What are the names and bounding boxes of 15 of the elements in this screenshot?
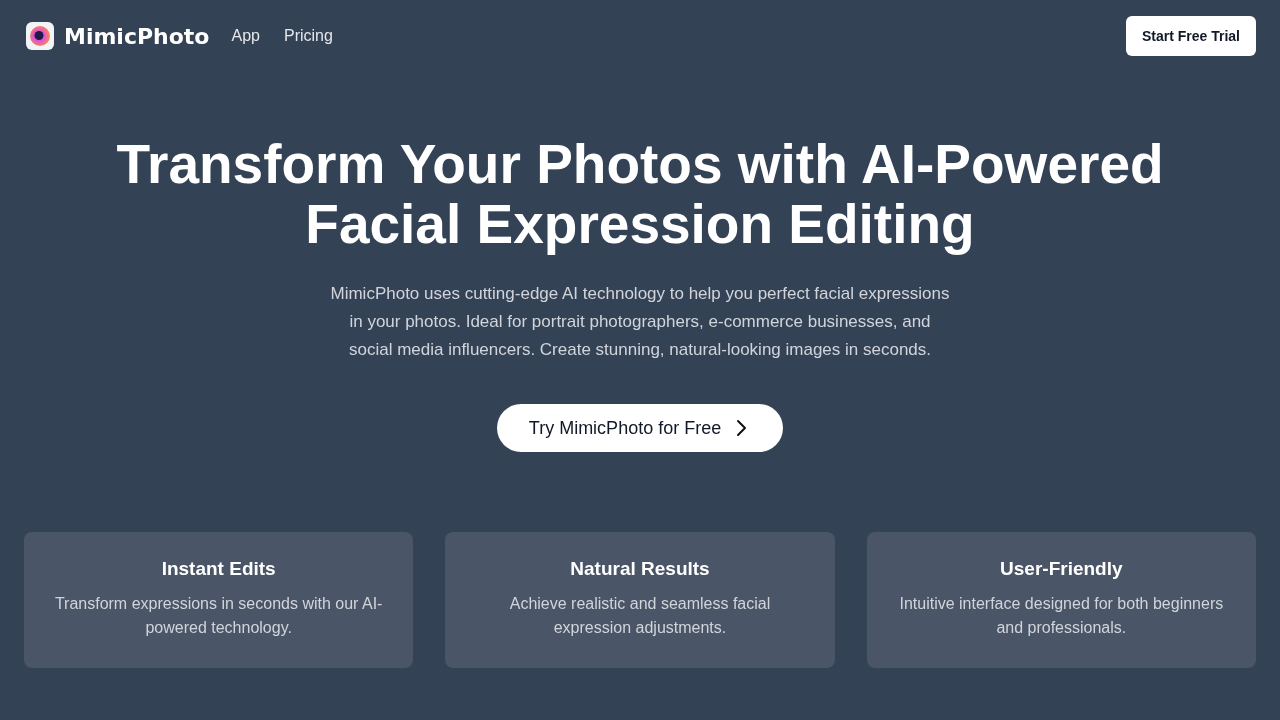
start-trial-button[interactable]: Start Free Trial (1125, 16, 1256, 56)
logo-icon (26, 22, 54, 50)
brand-name[interactable]: MimicPhoto (64, 23, 210, 49)
hero-title: Transform Your Photos with AI-Powered Facial Expression Editing (115, 134, 1165, 254)
nav-link[interactable]: Pricing (283, 27, 333, 45)
hero-description: MimicPhoto uses cutting-edge AI technology to help you perfect facial expressions in your photos. Ideal for portrait photographers, e-commerce businesses, and social media influencers. Create stunning, natural-looking images in seconds. (330, 283, 950, 361)
feature-title: User-Friendly (999, 558, 1124, 580)
cta-button[interactable]: Try MimicPhoto for Free (496, 404, 784, 452)
nav-link[interactable]: App (231, 27, 260, 45)
feature-title: Natural Results (569, 558, 711, 580)
feature-text: Achieve realistic and seamless facial expression adjustments. (508, 594, 772, 638)
feature-text: Intuitive interface designed for both beginners and professionals. (898, 594, 1225, 638)
feature-text: Transform expressions in seconds with our AI-powered technology. (53, 594, 384, 638)
feature-title: Instant Edits (160, 558, 277, 580)
chevron-right-icon (735, 419, 748, 437)
